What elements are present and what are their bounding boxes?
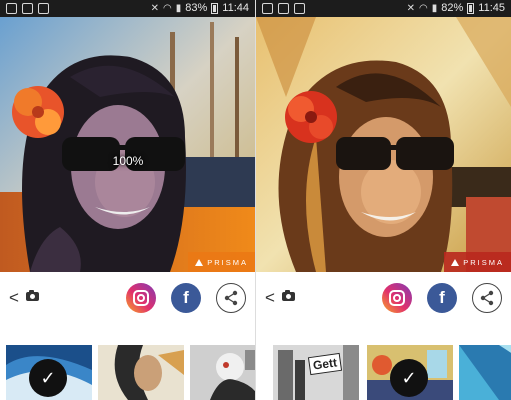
clock: 11:45: [478, 2, 505, 14]
selected-check-icon: ✓: [29, 359, 67, 397]
notification-image-icon: [6, 3, 17, 14]
style-thumbnail[interactable]: ✓: [6, 345, 92, 400]
camera-icon[interactable]: [26, 290, 39, 301]
artwork-image: [0, 17, 255, 272]
wifi-icon: ◠: [163, 2, 172, 14]
mute-icon: ✕: [406, 2, 415, 14]
right-screen: ✕ ◠ ▮ 82% 11:45 PRISMA < f Gett ✓: [256, 0, 511, 400]
signal-icon: ▮: [175, 2, 182, 14]
instagram-button[interactable]: [126, 283, 156, 313]
style-thumbnail[interactable]: [459, 345, 511, 400]
back-button[interactable]: <: [265, 288, 275, 308]
style-preview-image: [190, 345, 255, 400]
instagram-icon: [133, 290, 149, 306]
prisma-watermark: PRISMA: [444, 252, 511, 272]
left-screen: ✕ ◠ ▮ 83% 11:44 100% PRISMA < f ✓: [0, 0, 255, 400]
style-thumbnail[interactable]: Gett: [273, 345, 359, 400]
watermark-text: PRISMA: [207, 257, 248, 267]
camera-icon[interactable]: [282, 290, 295, 301]
prisma-watermark: PRISMA: [188, 252, 255, 272]
share-button[interactable]: [472, 283, 502, 313]
notification-gallery-icon: [38, 3, 49, 14]
prisma-logo-icon: [195, 258, 204, 266]
facebook-icon: f: [439, 288, 445, 307]
artwork-image: [256, 17, 511, 272]
share-icon: [224, 290, 238, 306]
clock: 11:44: [222, 2, 249, 14]
wifi-icon: ◠: [419, 2, 428, 14]
facebook-button[interactable]: f: [427, 283, 457, 313]
battery-percent: 82%: [441, 2, 464, 14]
notification-image-icon: [262, 3, 273, 14]
style-thumbnail[interactable]: [190, 345, 255, 400]
notification-gallery-icon: [294, 3, 305, 14]
share-icon: [480, 290, 494, 306]
battery-percent: 83%: [185, 2, 208, 14]
zoom-percent-label: 100%: [112, 154, 144, 168]
notification-image-icon: [22, 3, 33, 14]
action-toolbar: < f: [0, 272, 255, 324]
facebook-icon: f: [183, 288, 189, 307]
status-bar: ✕ ◠ ▮ 83% 11:44: [0, 0, 255, 17]
style-thumbnail[interactable]: [98, 345, 184, 400]
battery-icon: [467, 2, 475, 14]
style-preview-image: [459, 345, 511, 400]
facebook-button[interactable]: f: [171, 283, 201, 313]
stylized-photo[interactable]: PRISMA: [256, 17, 511, 272]
prisma-logo-icon: [451, 258, 460, 266]
selected-check-icon: ✓: [390, 359, 428, 397]
style-filter-strip: Gett ✓: [256, 345, 511, 400]
battery-icon: [211, 2, 219, 14]
stylized-photo[interactable]: 100% PRISMA: [0, 17, 255, 272]
action-toolbar: < f: [256, 272, 511, 324]
mute-icon: ✕: [150, 2, 159, 14]
style-preview-image: [98, 345, 184, 400]
status-bar: ✕ ◠ ▮ 82% 11:45: [256, 0, 511, 17]
style-filter-strip: ✓: [0, 345, 255, 400]
instagram-icon: [389, 290, 405, 306]
signal-icon: ▮: [431, 2, 438, 14]
notification-image-icon: [278, 3, 289, 14]
instagram-button[interactable]: [382, 283, 412, 313]
watermark-text: PRISMA: [463, 257, 504, 267]
share-button[interactable]: [216, 283, 246, 313]
style-thumbnail[interactable]: ✓: [367, 345, 453, 400]
back-button[interactable]: <: [9, 288, 19, 308]
